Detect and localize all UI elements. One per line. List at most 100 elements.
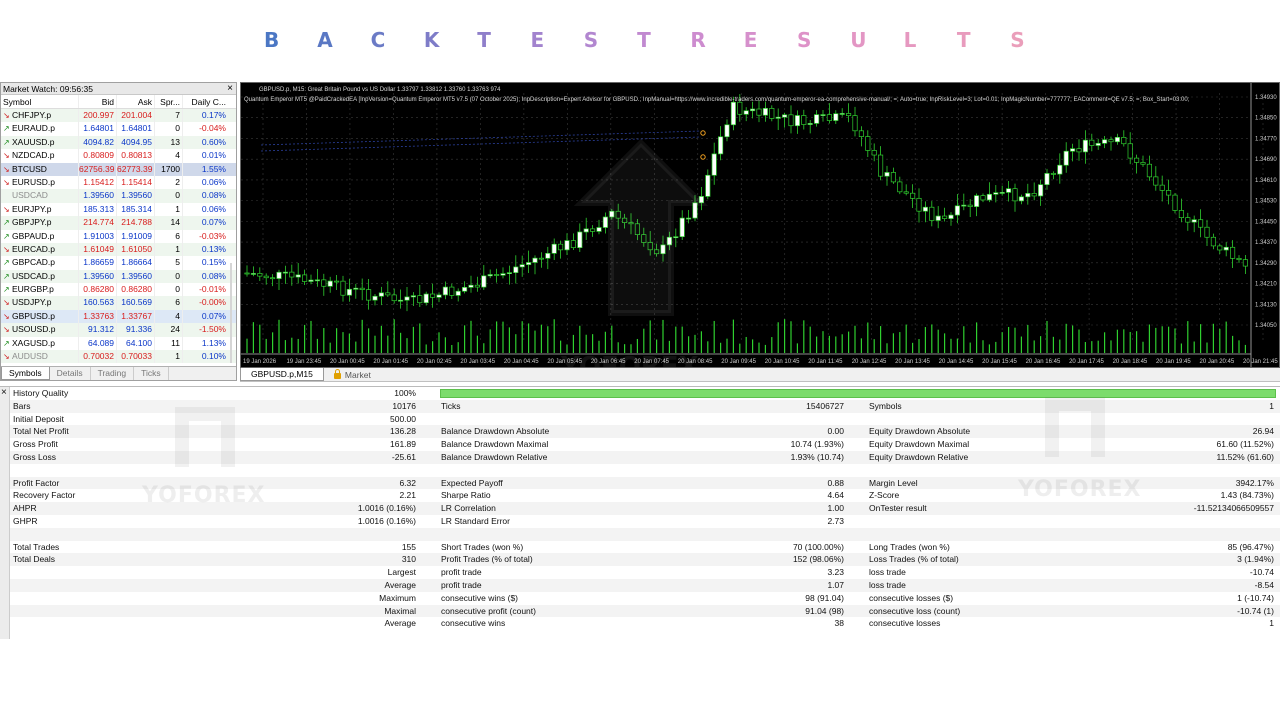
lock-icon	[333, 369, 341, 379]
history-quality-bar	[440, 389, 1276, 398]
market-watch-row[interactable]: ↗ USDCAD.p 1.39560 1.39560 0 0.08%	[1, 269, 236, 284]
spread-cell: 1	[155, 202, 183, 217]
tab-symbols[interactable]: Symbols	[1, 367, 50, 380]
candle-body	[756, 108, 762, 116]
metric-value: 152 (98.06%)	[792, 554, 844, 565]
candle-body	[711, 153, 717, 176]
market-watch-row[interactable]: ↘ USOUSD.p 91.312 91.336 24 -1.50%	[1, 323, 236, 337]
market-watch-row[interactable]: ↘ USDJPY.p 160.563 160.569 6 -0.00%	[1, 296, 236, 310]
metric-value: 26.94	[1252, 426, 1274, 437]
metric-value: -10.74	[1249, 567, 1274, 578]
tab-gbpusd-chart[interactable]: GBPUSD.p,M15	[240, 368, 324, 381]
tab-details[interactable]: Details	[50, 367, 91, 380]
candle-body	[1018, 196, 1024, 202]
metric-value: 3.23	[827, 567, 844, 578]
bid-cell: 1.86659	[79, 256, 117, 270]
metric-label: Equity Drawdown Relative	[869, 452, 969, 462]
close-icon[interactable]: ×	[1, 388, 7, 398]
metric-value: 3 (1.94%)	[1237, 554, 1274, 565]
market-watch-panel: Market Watch: 09:56:35 × Symbol Bid Ask …	[0, 82, 237, 381]
column-header-symbol[interactable]: Symbol	[1, 95, 79, 108]
daily-change-cell: 0.06%	[201, 176, 226, 187]
spread-cell: 14	[155, 216, 183, 230]
market-watch-row[interactable]: ↘ EURJPY.p 185.313 185.314 1 0.06%	[1, 202, 236, 217]
metric-label: Total Net Profit	[13, 426, 69, 437]
price-axis-label: 1.34530	[1255, 199, 1277, 205]
close-icon[interactable]: ×	[227, 83, 233, 95]
market-watch-row[interactable]: ↗ GBPCAD.p 1.86659 1.86664 5 0.15%	[1, 256, 236, 270]
metric-value: 98 (91.04)	[805, 592, 844, 603]
metric-value: 1.00	[827, 503, 844, 514]
market-watch-row[interactable]: ↘ BTCUSD 62756.39 62773.39 1700 1.55%	[1, 162, 236, 176]
daily-change-cell: 0.08%	[201, 270, 226, 281]
candle-body	[494, 274, 500, 276]
metric-value: 0.88	[827, 477, 844, 488]
candle-body	[468, 284, 474, 288]
price-chart[interactable]: 1.34930 1.34850 1.34770 1.34690 1.34610 1.345…	[240, 82, 1280, 368]
candle-body	[993, 192, 999, 195]
market-watch-row[interactable]: ↘ EURUSD.p 1.15412 1.15414 2 0.06%	[1, 175, 236, 190]
symbol-name: XAUUSD.p	[12, 136, 55, 147]
column-header-daily-change[interactable]: Daily C...	[183, 95, 228, 108]
market-watch-row[interactable]: USDCAD 1.39560 1.39560 0 0.08%	[1, 189, 236, 203]
symbol-name: USOUSD.p	[12, 324, 56, 335]
candle-body	[724, 124, 730, 138]
symbol-cell: ↘ AUDUSD	[1, 350, 79, 364]
market-watch-row[interactable]: ↗ GBPAUD.p 1.91003 1.91009 6 -0.03%	[1, 229, 236, 243]
time-axis-label: 20 Jan 14:45	[939, 359, 974, 365]
tab-market[interactable]: Market	[324, 368, 381, 381]
column-header-ask[interactable]: Ask	[117, 95, 155, 108]
tab-label: GBPUSD.p,M15	[251, 369, 313, 379]
banner-letter: A	[317, 28, 333, 52]
candle-body	[750, 108, 756, 112]
market-watch-row[interactable]: ↘ AUDUSD 0.70032 0.70033 1 0.10%	[1, 350, 236, 364]
bid-cell: 1.39560	[79, 269, 117, 284]
metric-value: -25.61	[391, 452, 416, 462]
metric-label: Ticks	[441, 400, 461, 411]
market-watch-row[interactable]: ↘ EURCAD.p 1.61049 1.61050 1 0.13%	[1, 242, 236, 257]
time-axis-label: 20 Jan 21:45	[1243, 359, 1278, 365]
metric-label: Long Trades (won %)	[869, 541, 950, 552]
bid-cell: 200.997	[79, 109, 117, 123]
candle-body	[474, 284, 480, 288]
metric-value: 38	[834, 618, 844, 629]
market-watch-row[interactable]: ↘ NZDCAD.p 0.80809 0.80813 4 0.01%	[1, 149, 236, 163]
symbol-name: GBPCAD.p	[12, 257, 55, 268]
market-watch-row[interactable]: ↗ EURAUD.p 1.64801 1.64801 0 -0.04%	[1, 122, 236, 136]
daily-change-cell: -0.00%	[199, 297, 226, 308]
market-watch-row[interactable]: ↗ EURGBP.p 0.86280 0.86280 0 -0.01%	[1, 283, 236, 297]
candle-body	[1082, 139, 1088, 153]
time-axis-label: 20 Jan 00:45	[330, 359, 365, 365]
candle-body	[398, 299, 404, 302]
tab-trading[interactable]: Trading	[91, 367, 135, 380]
tab-ticks[interactable]: Ticks	[134, 367, 169, 380]
metric-label: Margin Level	[869, 477, 918, 488]
market-watch-row[interactable]: ↗ GBPJPY.p 214.774 214.788 14 0.07%	[1, 216, 236, 230]
spread-cell: 1	[155, 350, 183, 364]
bid-cell: 1.91003	[79, 229, 117, 243]
daily-change-cell: -0.01%	[199, 284, 226, 295]
column-header-spread[interactable]: Spr...	[155, 95, 183, 108]
candle-body	[794, 115, 800, 127]
column-header-bid[interactable]: Bid	[79, 95, 117, 108]
candle-body	[929, 206, 935, 221]
candle-body	[366, 289, 372, 301]
market-watch-row[interactable]: ↗ XAGUSD.p 64.089 64.100 11 1.13%	[1, 336, 236, 351]
report-row: GHPR 1.0016 (0.16%) LR Standard Error 2.73	[10, 515, 1280, 528]
market-watch-row[interactable]: ↘ CHFJPY.p 200.997 201.004 7 0.17%	[1, 109, 236, 123]
arrow-down-icon: ↘	[3, 325, 10, 335]
market-watch-row[interactable]: ↗ XAUUSD.p 4094.82 4094.95 13 0.60%	[1, 135, 236, 150]
candle-body	[442, 286, 448, 296]
candlestick-chart[interactable]: 1.34930 1.34850 1.34770 1.34690 1.34610 1.345…	[241, 83, 1280, 368]
candle-body	[826, 114, 832, 121]
report-row: Total Deals 310 Profit Trades (% of total)…	[10, 553, 1280, 567]
market-watch-row[interactable]: ↘ GBPUSD.p 1.33763 1.33767 4 0.07%	[1, 309, 236, 324]
candle-body	[263, 275, 269, 279]
time-axis-label: 20 Jan 02:45	[417, 359, 452, 365]
report-row: Largest profit trade 3.23 loss trade -10.74	[10, 566, 1280, 579]
banner-letter: B	[264, 28, 280, 52]
arrow-down-icon: ↘	[3, 177, 10, 187]
scrollbar[interactable]	[230, 263, 232, 363]
candle-body	[1108, 139, 1114, 143]
metric-label: OnTester result	[869, 503, 927, 514]
